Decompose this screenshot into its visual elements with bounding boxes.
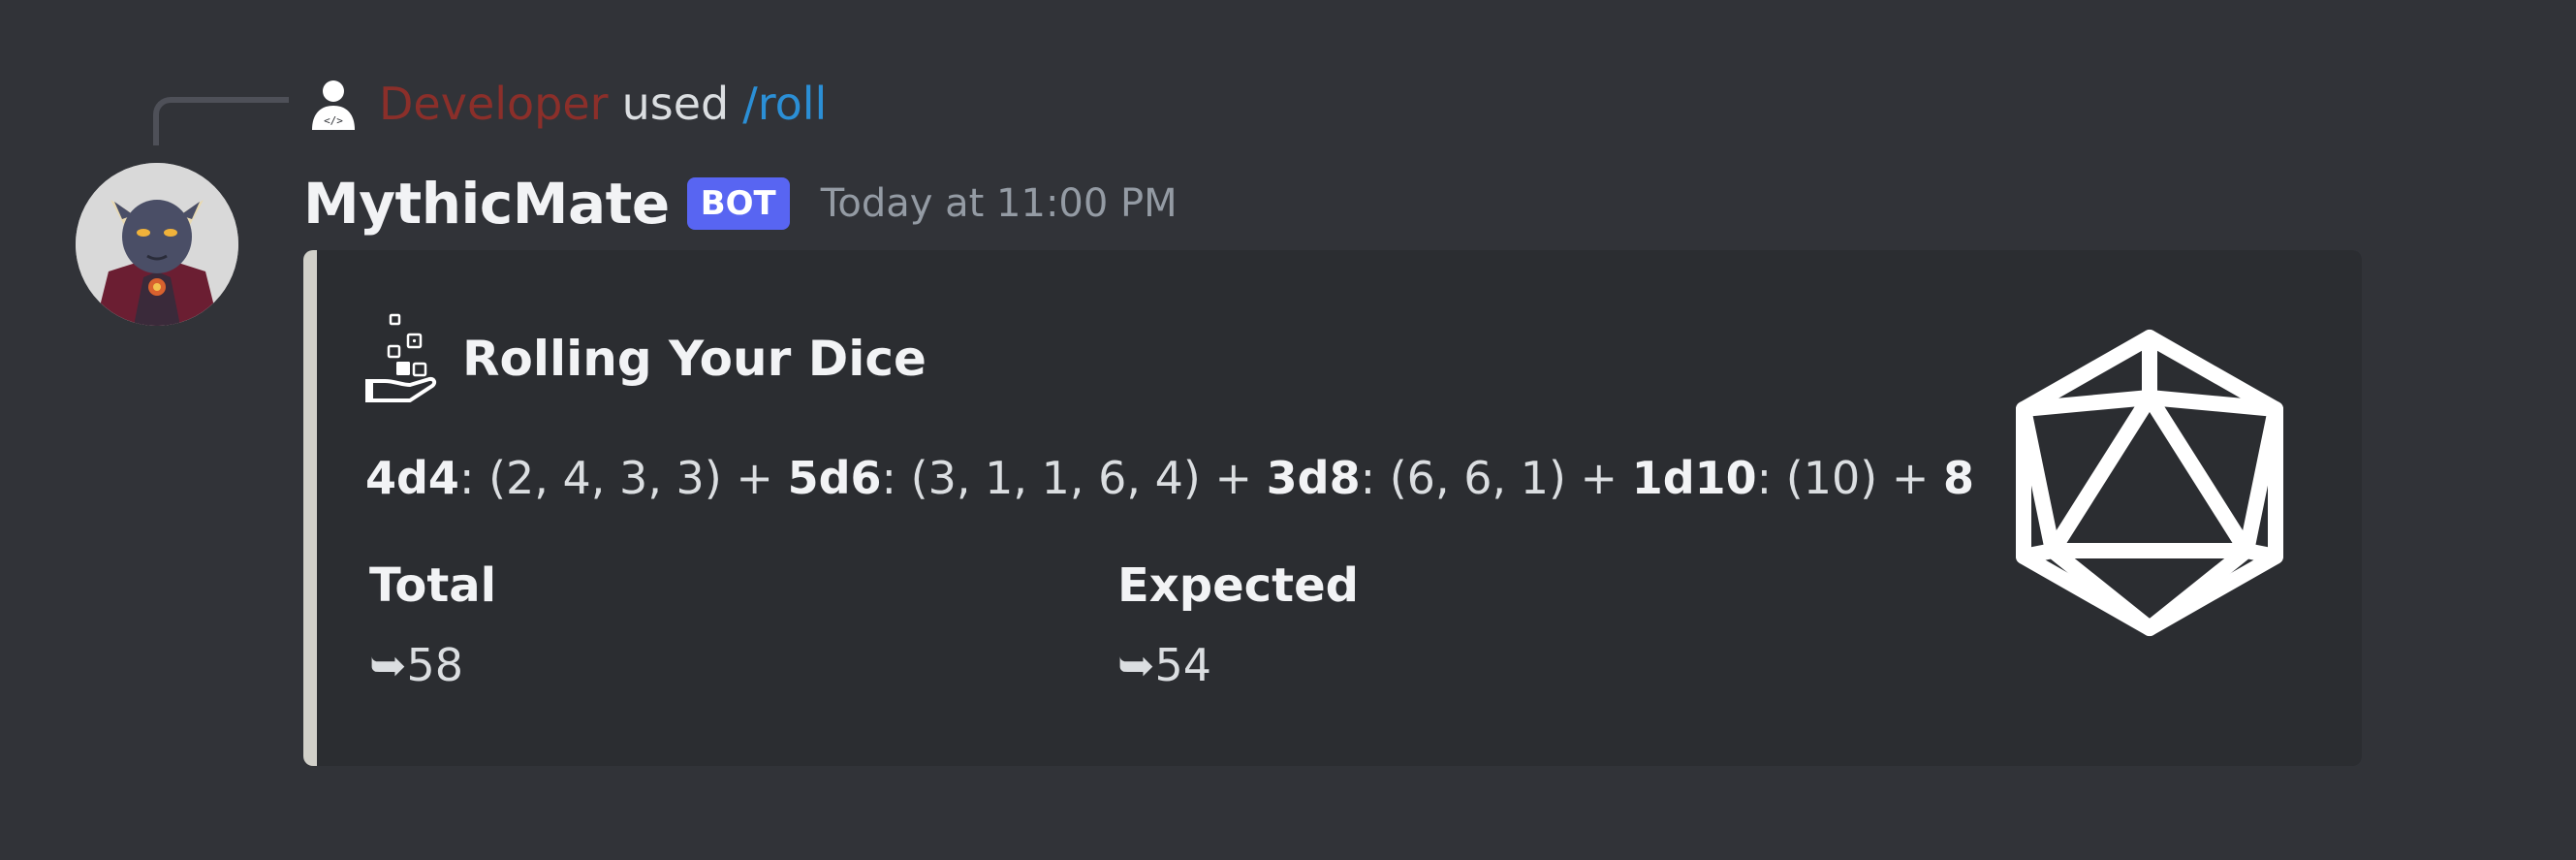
- dice-roll-embed: Rolling Your Dice 4d4: (2, 4, 3, 3) + 5d…: [303, 250, 2362, 766]
- field-expected-value: ➥54: [1117, 639, 1212, 691]
- embed-title: Rolling Your Dice: [462, 331, 927, 387]
- message-timestamp[interactable]: Today at 11:00 PM: [821, 181, 1178, 226]
- dice-group-4d4-label: 4d4: [365, 452, 459, 504]
- reply-used-text: used: [621, 78, 730, 130]
- field-total-name: Total: [369, 558, 497, 613]
- d20-icon[interactable]: [2004, 328, 2295, 638]
- plus-operator: +: [1200, 452, 1267, 504]
- dice-group-separator: :: [1756, 452, 1786, 504]
- modifier-value: 8: [1943, 452, 1975, 504]
- embed-accent-bar: [303, 250, 317, 766]
- hand-dice-icon: [365, 313, 437, 404]
- field-expected-name: Expected: [1117, 558, 1359, 613]
- embed-description: 4d4: (2, 4, 3, 3) + 5d6: (3, 1, 1, 6, 4)…: [365, 452, 1974, 504]
- dice-group-4d4-rolls: (2, 4, 3, 3): [488, 452, 722, 504]
- svg-text:</>: </>: [324, 114, 343, 127]
- message-header: MythicMate BOT Today at 11:00 PM: [303, 165, 1178, 242]
- dice-group-5d6-label: 5d6: [787, 452, 882, 504]
- embed-author: Rolling Your Dice: [365, 310, 927, 407]
- plus-operator: +: [1565, 452, 1632, 504]
- dice-group-1d10-rolls: (10): [1785, 452, 1878, 504]
- developer-avatar-icon[interactable]: </>: [305, 76, 361, 132]
- bot-badge: BOT: [686, 177, 790, 230]
- reply-command-link[interactable]: /roll: [742, 78, 827, 130]
- dice-group-separator: :: [1360, 452, 1390, 504]
- reply-reference[interactable]: </> Developer used /roll: [305, 70, 827, 138]
- reply-username[interactable]: Developer: [379, 78, 609, 130]
- dice-group-separator: :: [458, 452, 489, 504]
- bot-username[interactable]: MythicMate: [303, 171, 670, 237]
- field-total: Total ➥58: [369, 557, 496, 694]
- dice-group-separator: :: [881, 452, 911, 504]
- dice-group-3d8-label: 3d8: [1266, 452, 1361, 504]
- avatar[interactable]: [76, 163, 238, 326]
- plus-operator: +: [1877, 452, 1944, 504]
- field-expected: Expected ➥54: [1117, 557, 1359, 694]
- dice-group-1d10-label: 1d10: [1631, 452, 1757, 504]
- chat-view: </> Developer used /roll MythicMate BOT …: [0, 0, 2576, 860]
- field-total-value: ➥58: [369, 639, 464, 691]
- dice-group-3d8-rolls: (6, 6, 1): [1389, 452, 1566, 504]
- plus-operator: +: [721, 452, 788, 504]
- dice-group-5d6-rolls: (3, 1, 1, 6, 4): [910, 452, 1201, 504]
- reply-connector-line: [153, 97, 289, 145]
